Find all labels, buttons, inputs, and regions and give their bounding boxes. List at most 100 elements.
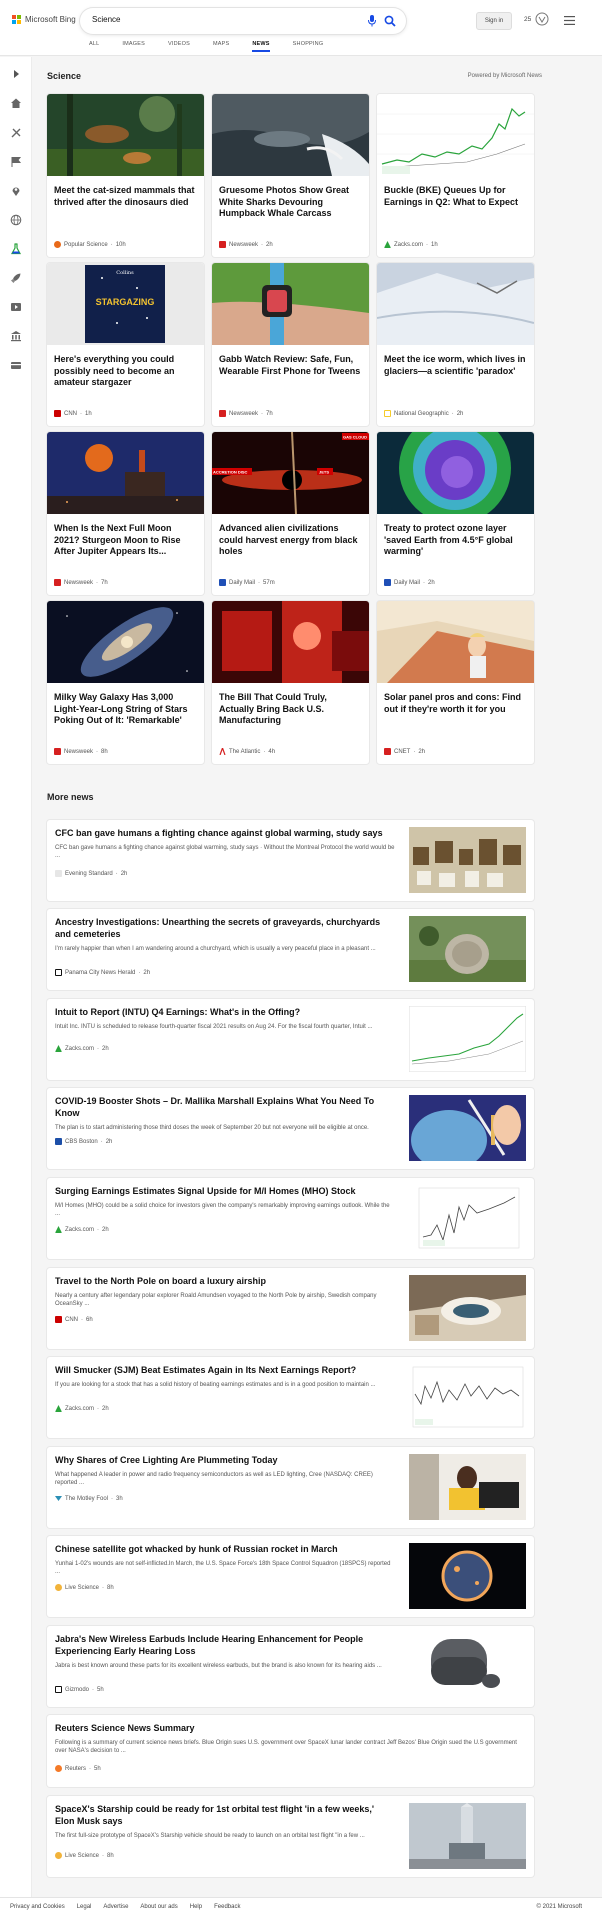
card-source[interactable]: National Geographic (394, 411, 449, 417)
news-list-item[interactable]: CFC ban gave humans a fighting chance ag… (47, 820, 534, 901)
news-source[interactable]: Panama City News Herald (65, 970, 135, 976)
card-title[interactable]: Milky Way Galaxy Has 3,000 Light-Year-Lo… (54, 692, 197, 727)
news-title[interactable]: Reuters Science News Summary (55, 1722, 525, 1734)
hamburger-menu-icon[interactable] (564, 16, 575, 25)
news-card[interactable]: ACCRETION DISC JETS GAS CLOUD Advanced a… (212, 432, 369, 595)
news-title[interactable]: SpaceX's Starship could be ready for 1st… (55, 1803, 395, 1827)
card-title[interactable]: Advanced alien civilizations could harve… (219, 523, 362, 558)
footer-link-legal[interactable]: Legal (77, 1904, 92, 1910)
tab-shopping[interactable]: SHOPPING (293, 41, 324, 47)
sign-in-button[interactable]: Sign in (476, 12, 512, 30)
tab-images[interactable]: IMAGES (122, 41, 145, 47)
news-source[interactable]: CNN (65, 1317, 78, 1323)
microphone-icon[interactable] (368, 15, 376, 27)
news-card[interactable]: When Is the Next Full Moon 2021? Sturgeo… (47, 432, 204, 595)
news-list-item[interactable]: Reuters Science News Summary Following i… (47, 1715, 534, 1787)
news-card[interactable]: Meet the cat-sized mammals that thrived … (47, 94, 204, 257)
news-card[interactable]: Gruesome Photos Show Great White Sharks … (212, 94, 369, 257)
home-icon[interactable] (10, 97, 22, 109)
news-title[interactable]: Chinese satellite got whacked by hunk of… (55, 1543, 395, 1555)
powered-by-label[interactable]: Powered by Microsoft News (468, 73, 542, 79)
rewards-points[interactable]: 25 (524, 16, 531, 23)
card-title[interactable]: The Bill That Could Truly, Actually Brin… (219, 692, 362, 727)
expand-chevron-icon[interactable] (10, 68, 22, 80)
footer-link-about-ads[interactable]: About our ads (140, 1904, 177, 1910)
tab-all[interactable]: ALL (89, 41, 99, 47)
flag-icon[interactable] (10, 156, 22, 168)
news-card[interactable]: Treaty to protect ozone layer 'saved Ear… (377, 432, 534, 595)
news-source[interactable]: Gizmodo (65, 1687, 89, 1693)
video-icon[interactable] (10, 301, 22, 313)
bank-icon[interactable] (10, 330, 22, 342)
news-source[interactable]: Zacks.com (65, 1046, 94, 1052)
rewards-icon[interactable] (535, 12, 549, 26)
news-source[interactable]: CBS Boston (65, 1139, 98, 1145)
rocket-icon[interactable] (10, 272, 22, 284)
footer-link-feedback[interactable]: Feedback (214, 1904, 240, 1910)
news-list-item[interactable]: Ancestry Investigations: Unearthing the … (47, 909, 534, 990)
news-card[interactable]: Solar panel pros and cons: Find out if t… (377, 601, 534, 764)
card-source[interactable]: Newsweek (229, 411, 258, 417)
card-source[interactable]: Daily Mail (394, 580, 420, 586)
footer-link-help[interactable]: Help (190, 1904, 202, 1910)
news-title[interactable]: Surging Earnings Estimates Signal Upside… (55, 1185, 395, 1197)
card-source[interactable]: CNN (64, 411, 77, 417)
card-source[interactable]: Newsweek (64, 749, 93, 755)
news-list-item[interactable]: Surging Earnings Estimates Signal Upside… (47, 1178, 534, 1259)
news-card[interactable]: Milky Way Galaxy Has 3,000 Light-Year-Lo… (47, 601, 204, 764)
news-title[interactable]: Ancestry Investigations: Unearthing the … (55, 916, 395, 940)
card-title[interactable]: Treaty to protect ozone layer 'saved Ear… (384, 523, 527, 558)
card-title[interactable]: Gabb Watch Review: Safe, Fun, Wearable F… (219, 354, 362, 377)
news-source[interactable]: Zacks.com (65, 1227, 94, 1233)
tools-icon[interactable] (10, 127, 22, 139)
news-title[interactable]: Will Smucker (SJM) Beat Estimates Again … (55, 1364, 395, 1376)
card-source[interactable]: Popular Science (64, 242, 108, 248)
card-title[interactable]: When Is the Next Full Moon 2021? Sturgeo… (54, 523, 197, 558)
wallet-icon[interactable] (10, 359, 22, 371)
card-source[interactable]: Daily Mail (229, 580, 255, 586)
news-card[interactable]: Buckle (BKE) Queues Up for Earnings in Q… (377, 94, 534, 257)
tab-news[interactable]: NEWS (252, 41, 270, 52)
news-list-item[interactable]: Will Smucker (SJM) Beat Estimates Again … (47, 1357, 534, 1438)
globe-icon[interactable] (10, 214, 22, 226)
news-title[interactable]: COVID-19 Booster Shots – Dr. Mallika Mar… (55, 1095, 395, 1119)
news-card[interactable]: The Bill That Could Truly, Actually Brin… (212, 601, 369, 764)
news-source[interactable]: Zacks.com (65, 1406, 94, 1412)
news-list-item[interactable]: Chinese satellite got whacked by hunk of… (47, 1536, 534, 1617)
footer-link-advertise[interactable]: Advertise (103, 1904, 128, 1910)
search-icon[interactable] (384, 15, 396, 27)
tab-videos[interactable]: VIDEOS (168, 41, 190, 47)
card-title[interactable]: Buckle (BKE) Queues Up for Earnings in Q… (384, 185, 527, 208)
search-input[interactable]: Science (92, 15, 120, 24)
news-list-item[interactable]: Jabra's New Wireless Earbuds Include Hea… (47, 1626, 534, 1707)
news-source[interactable]: The Motley Fool (65, 1496, 108, 1502)
science-flask-icon[interactable] (10, 243, 22, 255)
news-list-item[interactable]: COVID-19 Booster Shots – Dr. Mallika Mar… (47, 1088, 534, 1169)
tab-maps[interactable]: MAPS (213, 41, 229, 47)
card-source[interactable]: Newsweek (64, 580, 93, 586)
news-title[interactable]: Intuit to Report (INTU) Q4 Earnings: Wha… (55, 1006, 395, 1018)
card-title[interactable]: Here's everything you could possibly nee… (54, 354, 197, 389)
bing-logo[interactable]: Microsoft Bing (12, 15, 76, 24)
card-source[interactable]: CNET (394, 749, 410, 755)
news-title[interactable]: Travel to the North Pole on board a luxu… (55, 1275, 395, 1287)
news-title[interactable]: Jabra's New Wireless Earbuds Include Hea… (55, 1633, 395, 1657)
news-source[interactable]: Reuters (65, 1766, 86, 1772)
news-source[interactable]: Live Science (65, 1585, 99, 1591)
news-card[interactable]: Meet the ice worm, which lives in glacie… (377, 263, 534, 426)
location-pin-icon[interactable] (10, 185, 22, 197)
card-source[interactable]: The Atlantic (229, 749, 260, 755)
news-list-item[interactable]: SpaceX's Starship could be ready for 1st… (47, 1796, 534, 1877)
footer-link-privacy[interactable]: Privacy and Cookies (10, 1904, 65, 1910)
search-box[interactable]: Science (80, 8, 406, 34)
card-source[interactable]: Newsweek (229, 242, 258, 248)
news-list-item[interactable]: Travel to the North Pole on board a luxu… (47, 1268, 534, 1349)
card-title[interactable]: Meet the ice worm, which lives in glacie… (384, 354, 527, 377)
news-card[interactable]: Gabb Watch Review: Safe, Fun, Wearable F… (212, 263, 369, 426)
card-title[interactable]: Meet the cat-sized mammals that thrived … (54, 185, 197, 208)
news-card[interactable]: Collins STARGAZING Here's everything you… (47, 263, 204, 426)
news-title[interactable]: CFC ban gave humans a fighting chance ag… (55, 827, 395, 839)
news-title[interactable]: Why Shares of Cree Lighting Are Plummeti… (55, 1454, 395, 1466)
news-list-item[interactable]: Why Shares of Cree Lighting Are Plummeti… (47, 1447, 534, 1528)
news-source[interactable]: Evening Standard (65, 871, 113, 877)
